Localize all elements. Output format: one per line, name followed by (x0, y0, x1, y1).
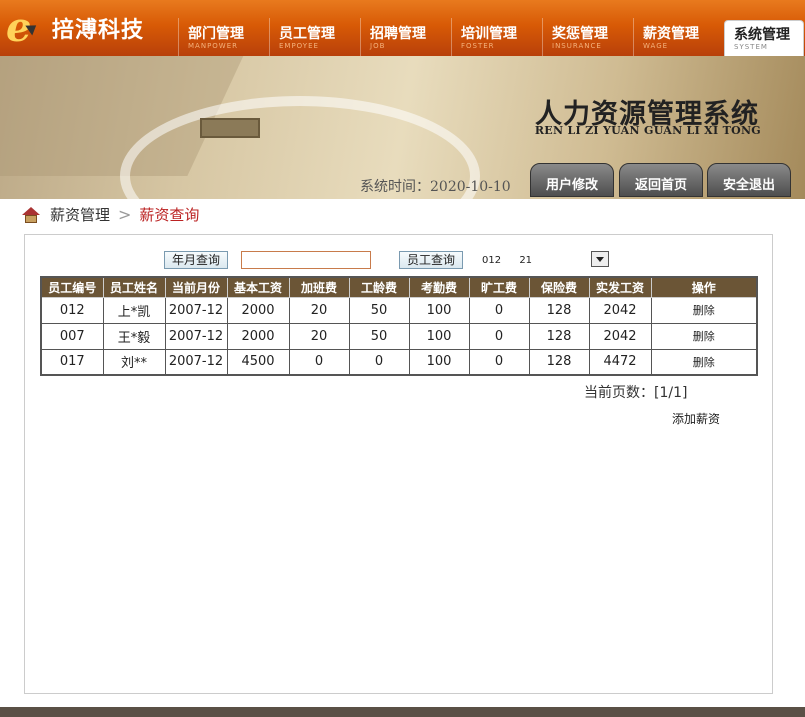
employee-dropdown-icon[interactable] (591, 251, 609, 267)
breadcrumb-current: 薪资查询 (139, 206, 200, 224)
table-row: 017 刘** 2007-12 4500 0 0 100 0 128 4472 … (40, 348, 758, 376)
nav-sublabel: SYSTEM (734, 43, 768, 51)
brand-name: 掊溥科技 (52, 18, 145, 43)
col-header: 考勤费 (408, 276, 470, 298)
home-button[interactable]: 返回首页 (619, 163, 703, 197)
col-header: 当前月份 (164, 276, 228, 298)
cell: 2000 (226, 296, 290, 324)
col-header: 旷工费 (468, 276, 530, 298)
nav-label: 奖惩管理 (552, 26, 608, 42)
top-nav-bar: e 掊溥科技 部门管理 MANPOWER 员工管理 EMPOYEE 招聘管理 JOB … (0, 0, 805, 56)
cell: 2000 (226, 322, 290, 350)
cell: 017 (40, 348, 104, 376)
cell: 0 (288, 348, 350, 376)
nav-training[interactable]: 培训管理 FOSTER (451, 18, 542, 56)
breadcrumb-separator: > (118, 205, 132, 224)
nav-sublabel: JOB (370, 42, 386, 50)
cell: 128 (528, 322, 590, 350)
nav-employee[interactable]: 员工管理 EMPOYEE (269, 18, 360, 56)
cell: 0 (348, 348, 410, 376)
logo-icon: e (6, 4, 42, 51)
col-header: 工龄费 (348, 276, 410, 298)
col-header: 基本工资 (226, 276, 290, 298)
nav-label: 培训管理 (461, 26, 517, 42)
table-row: 007 王*毅 2007-12 2000 20 50 100 0 128 204… (40, 322, 758, 350)
cell: 0 (468, 348, 530, 376)
nav-system[interactable]: 系统管理 SYSTEM (724, 20, 804, 56)
col-header: 保险费 (528, 276, 590, 298)
cell: 4500 (226, 348, 290, 376)
banner-decor-device (200, 118, 260, 138)
nav-label: 招聘管理 (370, 26, 426, 42)
cell: 2042 (588, 296, 652, 324)
main-nav: 部门管理 MANPOWER 员工管理 EMPOYEE 招聘管理 JOB 培训管理 FOS… (178, 18, 804, 56)
nav-wage[interactable]: 薪资管理 WAGE (633, 18, 724, 56)
breadcrumb-parent[interactable]: 薪资管理 (50, 204, 110, 225)
table-row: 012 上*凯 2007-12 2000 20 50 100 0 128 204… (40, 296, 758, 324)
cell: 2007-12 (164, 296, 228, 324)
cell: 4472 (588, 348, 652, 376)
footer-bar (0, 707, 805, 717)
system-time: 系统时间：2020-10-10 (360, 179, 511, 195)
user-edit-button[interactable]: 用户修改 (530, 163, 614, 197)
nav-sublabel: FOSTER (461, 42, 495, 50)
cell: 012 (40, 296, 104, 324)
header-banner: 人力资源管理系统 REN LI ZI YUAN GUAN LI XI TONG … (0, 56, 805, 199)
col-header: 实发工资 (588, 276, 652, 298)
cell: 007 (40, 322, 104, 350)
search-row: 年月查询 员工查询 012 21 (164, 251, 547, 269)
cell: 128 (528, 296, 590, 324)
employee-query-button[interactable]: 员工查询 (399, 251, 464, 269)
cell: 100 (408, 322, 470, 350)
nav-sublabel: MANPOWER (188, 42, 239, 50)
delete-link[interactable]: 删除 (650, 348, 758, 376)
cell: 刘** (102, 348, 166, 376)
cell: 2007-12 (164, 322, 228, 350)
cell: 0 (468, 322, 530, 350)
nav-label: 薪资管理 (643, 26, 699, 42)
employee-id-text: 012 (482, 254, 502, 266)
month-query-button[interactable]: 年月查询 (164, 251, 229, 269)
nav-label: 系统管理 (734, 27, 790, 43)
nav-sublabel: INSURANCE (552, 42, 602, 50)
cell: 100 (408, 348, 470, 376)
cell: 王*毅 (102, 322, 166, 350)
table-header-row: 员工编号 员工姓名 当前月份 基本工资 加班费 工龄费 考勤费 旷工费 保险费 … (40, 276, 758, 298)
cell: 0 (468, 296, 530, 324)
nav-reward[interactable]: 奖惩管理 INSURANCE (542, 18, 633, 56)
cell: 20 (288, 296, 350, 324)
col-header: 员工姓名 (102, 276, 166, 298)
system-subtitle: REN LI ZI YUAN GUAN LI XI TONG (534, 124, 761, 137)
home-icon (22, 206, 40, 223)
cell: 2007-12 (164, 348, 228, 376)
nav-sublabel: EMPOYEE (279, 42, 319, 50)
cell: 50 (348, 296, 410, 324)
employee-num-text: 21 (519, 254, 533, 266)
add-salary-link[interactable]: 添加薪资 (672, 410, 720, 427)
col-header: 操作 (650, 276, 758, 298)
cell: 50 (348, 322, 410, 350)
logout-button[interactable]: 安全退出 (707, 163, 791, 197)
col-header: 加班费 (288, 276, 350, 298)
delete-link[interactable]: 删除 (650, 322, 758, 350)
breadcrumb: 薪资管理 > 薪资查询 (22, 204, 199, 225)
month-input[interactable] (241, 251, 372, 269)
nav-dept[interactable]: 部门管理 MANPOWER (178, 18, 269, 56)
logo: e 掊溥科技 (6, 4, 145, 51)
cell: 20 (288, 322, 350, 350)
nav-label: 员工管理 (279, 26, 335, 42)
col-header: 员工编号 (40, 276, 104, 298)
nav-sublabel: WAGE (643, 42, 669, 50)
salary-table: 员工编号 员工姓名 当前月份 基本工资 加班费 工龄费 考勤费 旷工费 保险费 … (40, 276, 758, 376)
page-indicator: 当前页数：[1/1] (584, 385, 688, 401)
cell: 100 (408, 296, 470, 324)
cell: 上*凯 (102, 296, 166, 324)
nav-label: 部门管理 (188, 26, 244, 42)
nav-recruit[interactable]: 招聘管理 JOB (360, 18, 451, 56)
employee-select-value: 012 21 (482, 255, 547, 266)
cell: 2042 (588, 322, 652, 350)
delete-link[interactable]: 删除 (650, 296, 758, 324)
cell: 128 (528, 348, 590, 376)
